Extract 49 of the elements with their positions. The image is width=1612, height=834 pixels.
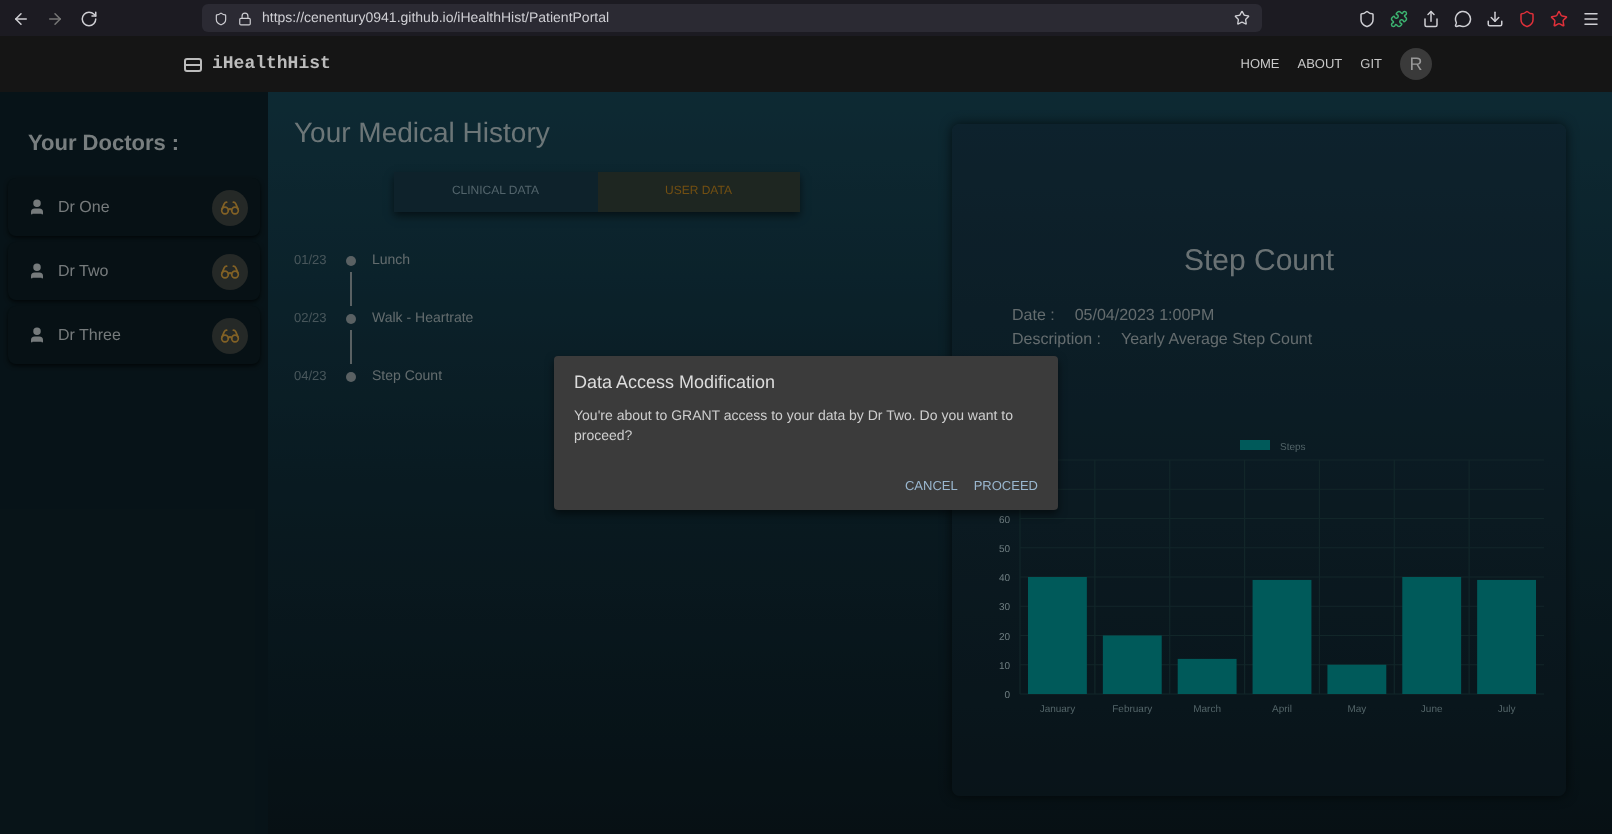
doctor-card[interactable]: Dr Three [8, 306, 260, 364]
dialog-title: Data Access Modification [574, 372, 778, 392]
glasses-icon [220, 261, 240, 281]
timeline-dot [346, 313, 356, 323]
glasses-icon [220, 197, 240, 217]
chat-icon[interactable] [1454, 9, 1472, 27]
access-toggle-button[interactable] [212, 253, 248, 289]
forward-icon[interactable] [46, 9, 64, 27]
doctor-card[interactable]: Dr Two [8, 242, 260, 300]
access-toggle-button[interactable] [212, 189, 248, 225]
timeline-dot [346, 371, 356, 381]
star-icon[interactable] [1550, 9, 1568, 27]
bar [1401, 577, 1461, 694]
back-icon[interactable] [12, 9, 30, 27]
bar [1476, 579, 1535, 694]
bar [1027, 577, 1086, 694]
reload-icon[interactable] [80, 9, 98, 27]
person-icon [28, 262, 46, 280]
detail-title: Step Count [1183, 244, 1335, 278]
doctor-name: Dr Two [58, 262, 111, 280]
access-toggle-button[interactable] [212, 317, 248, 353]
legend-swatch [1239, 440, 1269, 450]
doctor-name: Dr One [58, 198, 112, 216]
timeline-dot [346, 255, 356, 265]
card-logo-icon [184, 57, 202, 71]
person-icon [28, 326, 46, 344]
sidebar-title: Your Doctors : [26, 132, 182, 156]
doctor-card[interactable]: Dr One [8, 178, 260, 236]
doctor-name: Dr Three [58, 326, 123, 344]
user-avatar[interactable]: R [1400, 48, 1432, 80]
shield-icon [214, 11, 228, 25]
menu-icon[interactable] [1582, 9, 1600, 27]
glasses-icon [220, 325, 240, 345]
share-icon[interactable] [1422, 9, 1440, 27]
field-value: 05/04/2023 1:00PM [1074, 306, 1215, 324]
brand-name[interactable]: iHealthHist [212, 54, 331, 74]
field-value: Yearly Average Step Count [1120, 330, 1313, 348]
page-title: Your Medical History [294, 116, 552, 148]
lock-icon [238, 11, 252, 25]
bar [1251, 579, 1311, 694]
bookmark-star-icon[interactable] [1234, 10, 1250, 26]
person-icon [28, 198, 46, 216]
field-label: Date : [1012, 306, 1055, 324]
bar [1101, 635, 1161, 694]
field-label: Description : [1012, 330, 1101, 348]
bar [1326, 664, 1386, 694]
puzzle-icon[interactable] [1390, 9, 1408, 27]
bar [1176, 658, 1236, 694]
download-icon[interactable] [1486, 9, 1504, 27]
